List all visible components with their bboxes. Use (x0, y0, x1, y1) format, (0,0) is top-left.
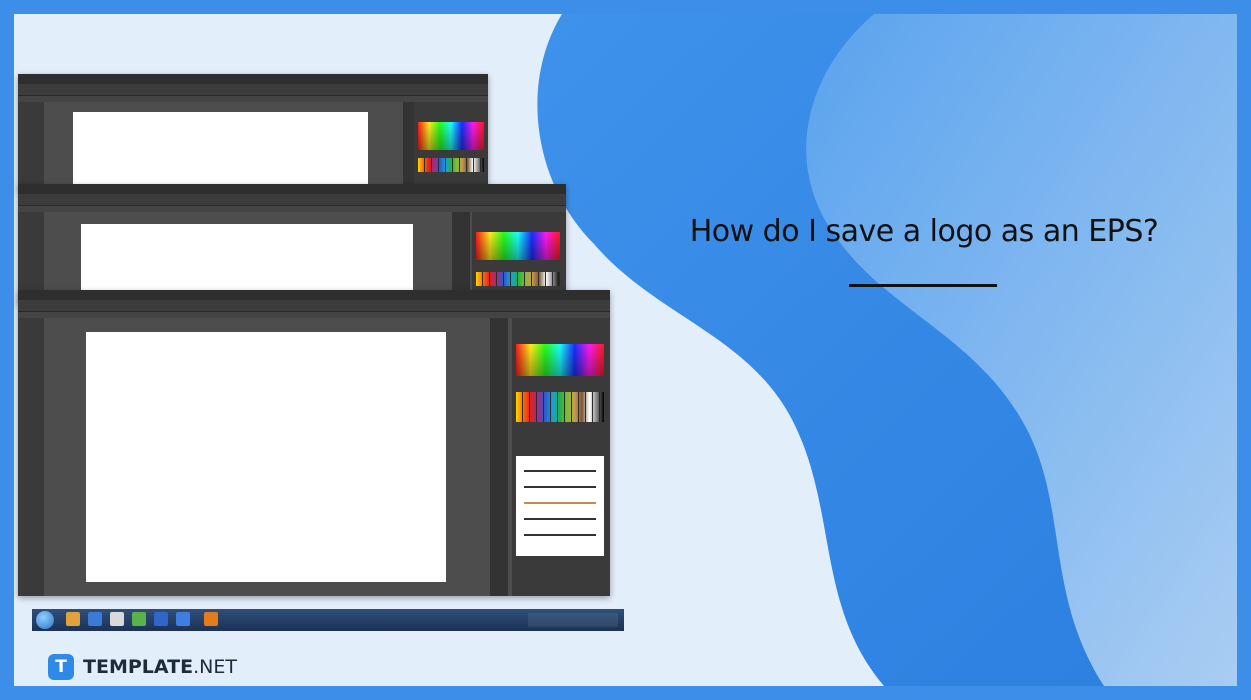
brand-logo: T TEMPLATE.NET (48, 654, 237, 680)
swatches-icon (476, 272, 560, 286)
tools-panel (18, 102, 44, 190)
color-spectrum-icon (476, 232, 560, 260)
windows-taskbar (32, 609, 624, 631)
artboard (73, 112, 368, 190)
brand-name: TEMPLATE.NET (83, 656, 237, 678)
brand-name-bold: TEMPLATE (83, 656, 194, 678)
brand-name-light: .NET (193, 656, 237, 678)
illustrator-tools-icon (18, 318, 44, 596)
brand-mark-icon: T (48, 654, 74, 680)
options-bar (18, 84, 488, 96)
artboard (86, 332, 446, 582)
options-bar (18, 194, 566, 206)
taskbar-app-icon (132, 612, 146, 626)
menu-bar (18, 184, 566, 194)
panel-strip (490, 318, 508, 596)
taskbar-app-icon (88, 612, 102, 626)
taskbar-app-icon (176, 612, 190, 626)
taskbar-app-icon (110, 612, 124, 626)
panel-dock (414, 102, 488, 190)
illustrator-window-front (18, 290, 610, 596)
illustrator-window-middle (18, 184, 566, 304)
slide-card: How do I save a logo as an EPS? T TEMPLA… (14, 14, 1237, 686)
swatches-icon (418, 158, 484, 172)
panel-dock (512, 318, 610, 596)
illustrator-window-back (18, 74, 488, 190)
color-spectrum-icon (516, 344, 604, 376)
menu-bar (18, 290, 610, 300)
menu-bar (18, 74, 488, 84)
system-tray (528, 613, 618, 627)
color-spectrum-icon (418, 122, 484, 150)
windows-start-icon (36, 611, 54, 629)
taskbar-app-icon (154, 612, 168, 626)
title-underline (849, 284, 997, 287)
taskbar-app-icon (66, 612, 80, 626)
options-bar (18, 300, 610, 312)
swatches-icon (516, 392, 604, 422)
slide-title: How do I save a logo as an EPS? (689, 214, 1159, 249)
taskbar-app-icon (204, 612, 218, 626)
brushes-icon (516, 456, 604, 556)
